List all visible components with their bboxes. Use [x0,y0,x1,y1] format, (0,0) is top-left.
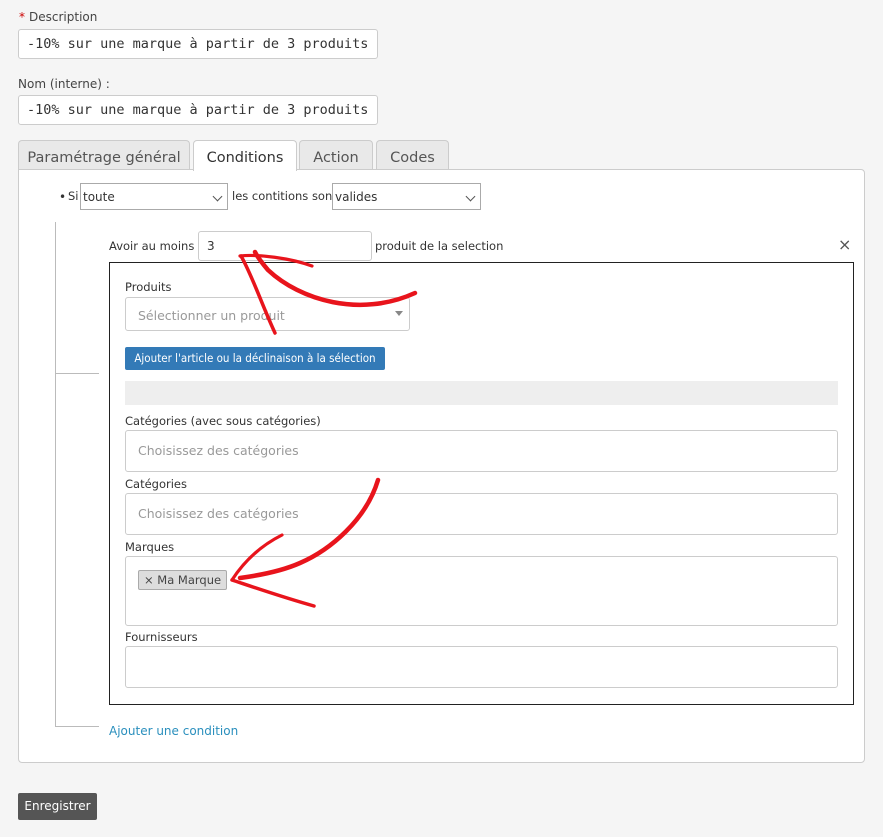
products-select[interactable]: Sélectionner un produit [125,297,410,331]
tab-action[interactable]: Action [299,140,373,170]
name-label: Nom (interne) : [18,77,110,91]
tab-general-settings[interactable]: Paramétrage général [18,140,190,170]
if-label: Si [68,189,79,203]
suppliers-input[interactable] [125,646,838,688]
save-button[interactable]: Enregistrer [18,793,97,820]
min-quantity-input[interactable]: 3 [198,231,372,261]
description-input[interactable]: -10% sur une marque à partir de 3 produi… [18,29,378,59]
categories-label: Catégories [125,477,187,491]
tab-codes[interactable]: Codes [376,140,449,170]
description-label: * Description [19,10,98,24]
categories-sub-input[interactable]: Choisissez des catégories [125,430,838,472]
remove-condition-icon[interactable]: × [838,235,851,254]
state-select[interactable]: valides [332,183,481,210]
products-label: Produits [125,280,172,294]
dropdown-arrow-icon [395,311,403,316]
required-marker: * [19,10,25,24]
chevron-down-icon [465,191,476,202]
add-condition-link[interactable]: Ajouter une condition [109,724,238,738]
tree-line-vertical [55,222,56,726]
min-label: Avoir au moins : [109,239,202,253]
chevron-down-icon [212,191,223,202]
brands-label: Marques [125,540,175,554]
categories-input[interactable]: Choisissez des catégories [125,493,838,535]
selected-items-bar [125,381,838,405]
tree-line-branch [55,726,99,727]
add-article-button[interactable]: Ajouter l'article ou la déclinaison à la… [125,347,385,370]
suppliers-label: Fournisseurs [125,630,198,644]
scope-select[interactable]: toute [80,183,228,210]
conditions-middle-text: les contitions sont [232,189,337,203]
tag-remove-icon[interactable]: × [144,573,154,587]
tree-line-branch [55,373,99,374]
brands-input[interactable]: × Ma Marque [125,556,838,626]
tab-conditions[interactable]: Conditions [193,140,297,171]
brand-tag: × Ma Marque [138,570,228,590]
categories-sub-label: Catégories (avec sous catégories) [125,414,321,428]
bullet: • [59,190,67,204]
name-input[interactable]: -10% sur une marque à partir de 3 produi… [18,95,378,125]
min-suffix: produit de la selection [375,239,504,253]
